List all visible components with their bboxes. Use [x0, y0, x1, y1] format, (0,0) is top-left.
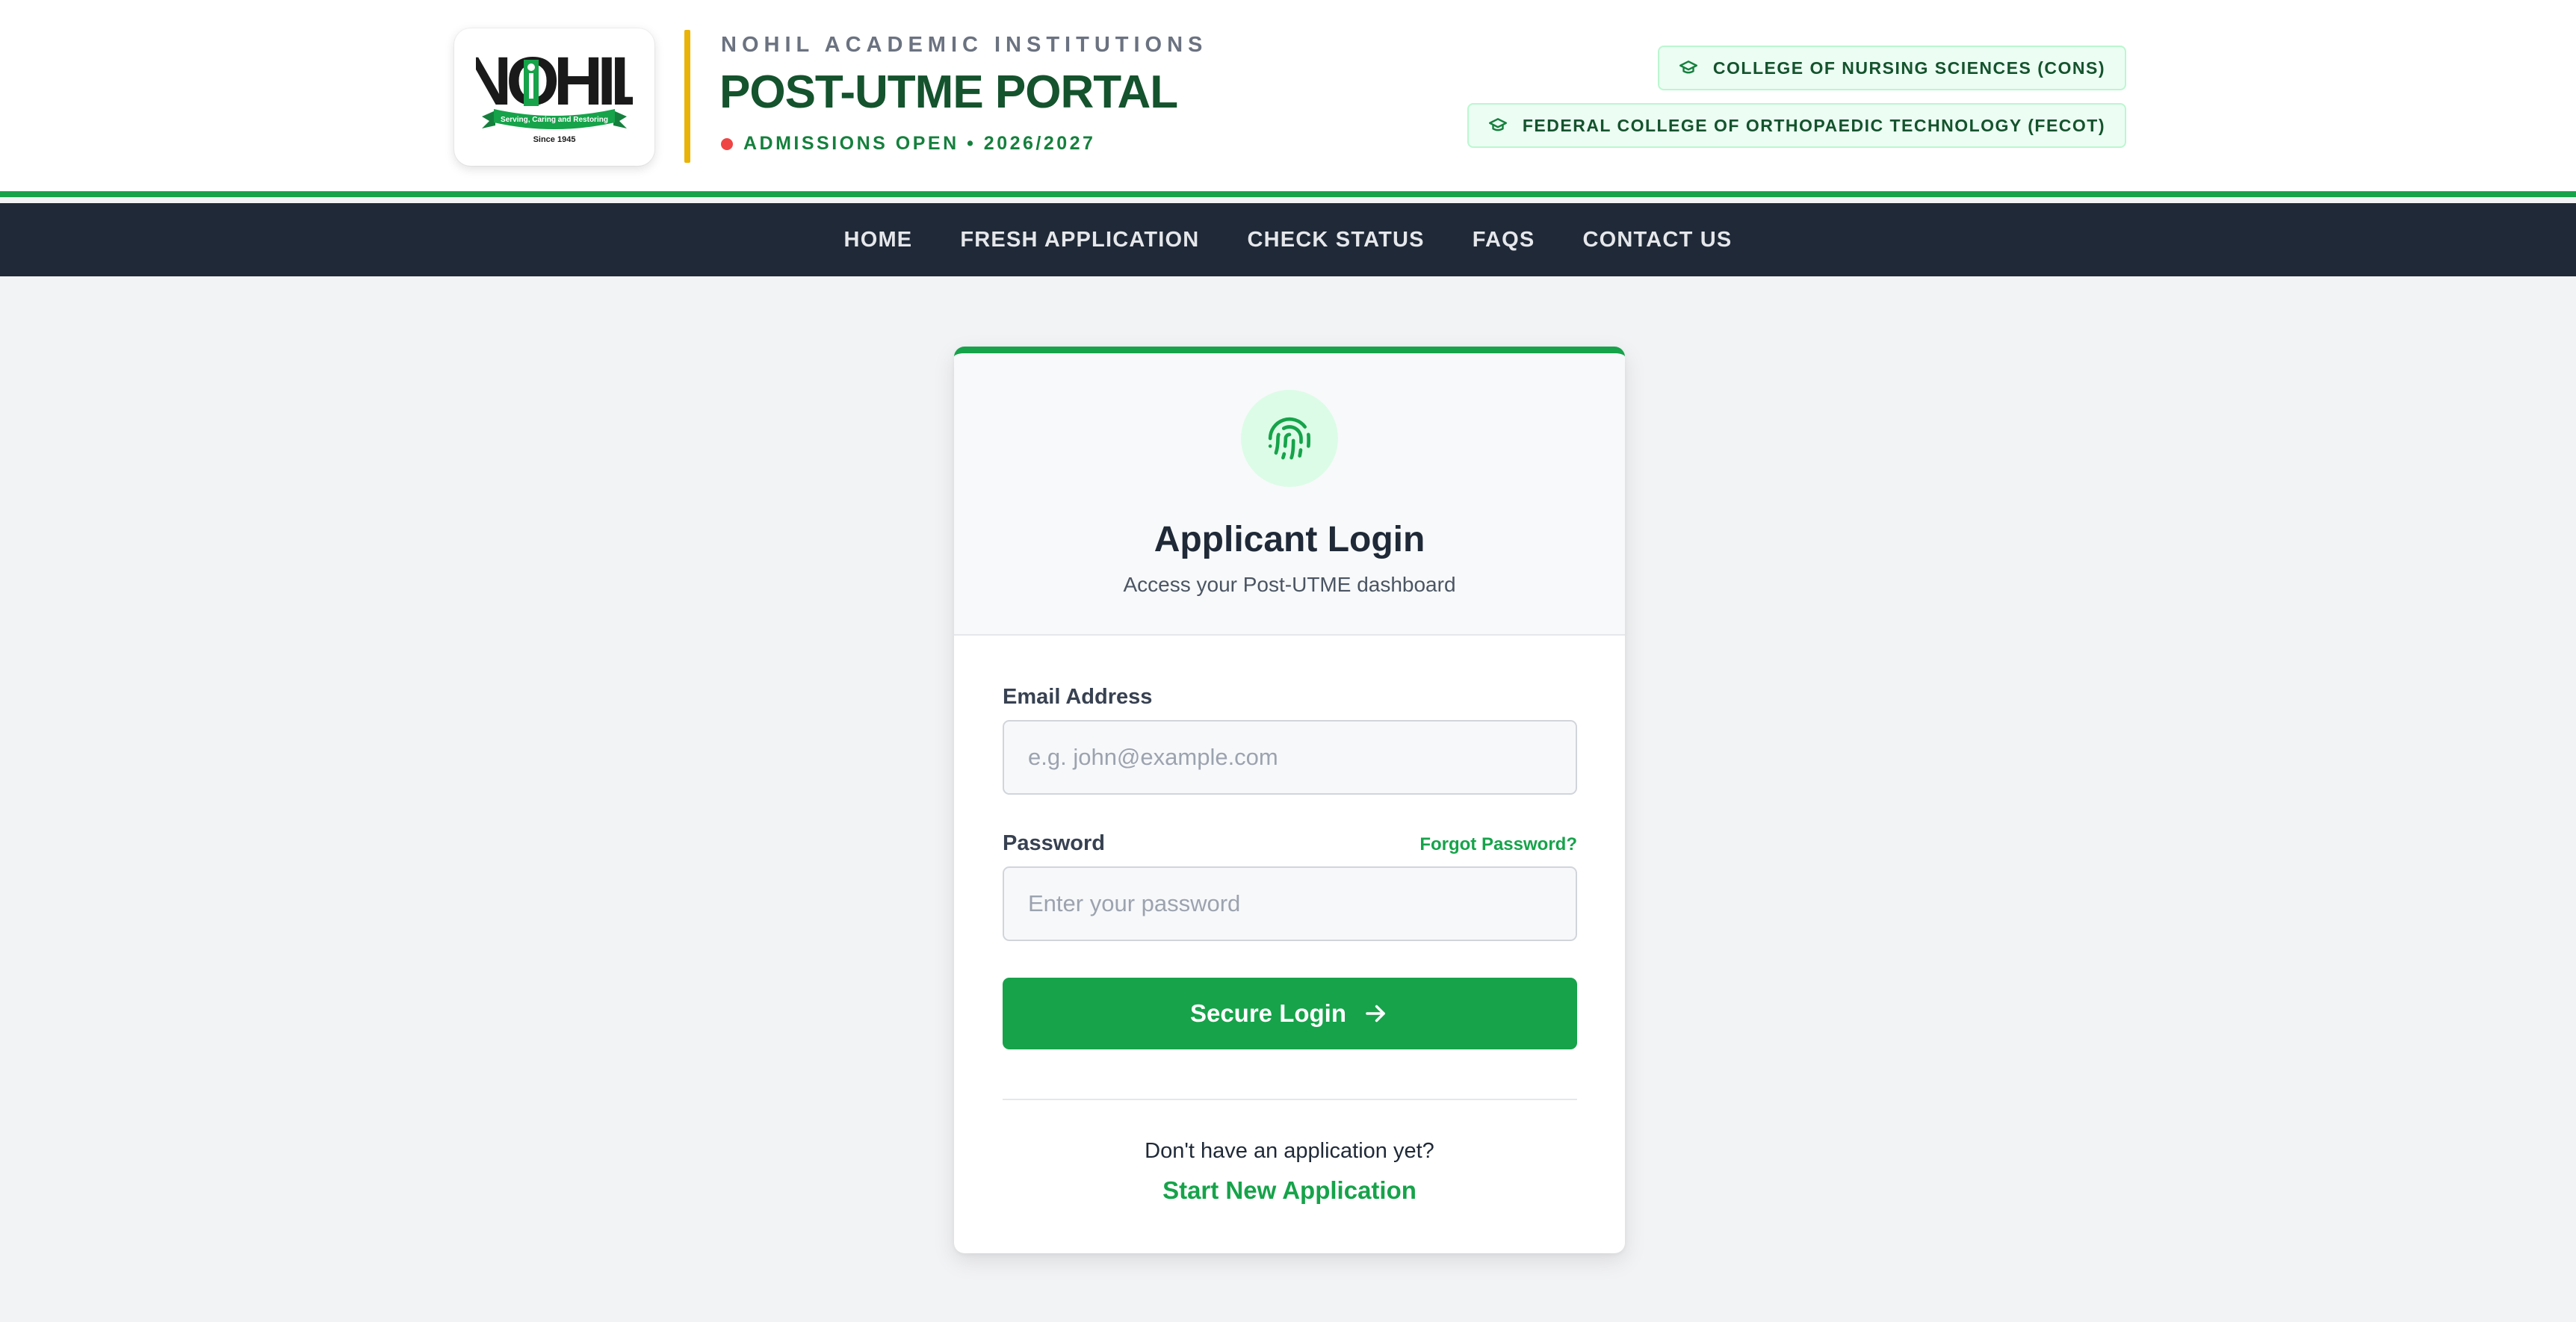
arrow-right-icon [1366, 1005, 1385, 1022]
nav-link-fresh-application[interactable]: FRESH APPLICATION [960, 228, 1199, 252]
email-field[interactable] [1003, 720, 1577, 795]
admissions-status: ADMISSIONS OPEN • 2026/2027 [721, 133, 1095, 155]
graduation-cap-icon [1679, 60, 1697, 74]
admissions-status-text: ADMISSIONS OPEN • 2026/2027 [743, 133, 1096, 154]
no-application-text: Don't have an application yet? [1145, 1139, 1434, 1163]
secure-login-button[interactable]: Secure Login [1003, 978, 1577, 1049]
svg-text:Since 1945: Since 1945 [533, 135, 576, 144]
header-accent-divider [684, 30, 690, 163]
login-title: Applicant Login [1154, 520, 1425, 559]
main-nav: HOME FRESH APPLICATION CHECK STATUS FAQS… [0, 203, 2576, 276]
nav-link-check-status[interactable]: CHECK STATUS [1247, 228, 1424, 252]
password-field[interactable] [1003, 866, 1577, 941]
password-label: Password [1003, 831, 1105, 855]
login-subtitle: Access your Post-UTME dashboard [1123, 573, 1456, 596]
portal-title: POST-UTME PORTAL [719, 66, 1178, 118]
start-new-application-link[interactable]: Start New Application [954, 1176, 1625, 1205]
nav-link-home[interactable]: HOME [844, 228, 913, 252]
graduation-cap-icon [1488, 118, 1507, 131]
card-divider [1003, 1099, 1577, 1100]
college-badge-label: FEDERAL COLLEGE OF ORTHOPAEDIC TECHNOLOG… [1522, 115, 2105, 135]
college-badge-cons: COLLEGE OF NURSING SCIENCES (CONS) [1657, 46, 2126, 90]
org-name: NOHIL ACADEMIC INSTITUTIONS [721, 33, 1208, 57]
nohil-logo-icon: NOHIL Serving, Caring and Restoring Sinc… [476, 45, 633, 144]
fingerprint-icon [1268, 417, 1310, 460]
institution-logo[interactable]: NOHIL Serving, Caring and Restoring Sinc… [454, 28, 654, 166]
email-label: Email Address [1003, 685, 1153, 709]
login-card-header: Applicant Login Access your Post-UTME da… [954, 353, 1625, 636]
login-card: Applicant Login Access your Post-UTME da… [954, 347, 1625, 1253]
forgot-password-link[interactable]: Forgot Password? [1419, 834, 1577, 855]
svg-text:NOHIL: NOHIL [476, 45, 633, 120]
site-header: NOHIL Serving, Caring and Restoring Sinc… [0, 0, 2576, 197]
status-dot-icon [721, 137, 733, 150]
fingerprint-badge [1241, 390, 1338, 487]
secure-login-label: Secure Login [1189, 999, 1347, 1027]
svg-text:Serving, Caring and Restoring: Serving, Caring and Restoring [501, 116, 608, 124]
college-badge-fecot: FEDERAL COLLEGE OF ORTHOPAEDIC TECHNOLOG… [1467, 103, 2126, 148]
college-badge-label: COLLEGE OF NURSING SCIENCES (CONS) [1712, 58, 2105, 78]
nav-link-contact-us[interactable]: CONTACT US [1582, 228, 1732, 252]
nav-link-faqs[interactable]: FAQS [1473, 228, 1535, 252]
